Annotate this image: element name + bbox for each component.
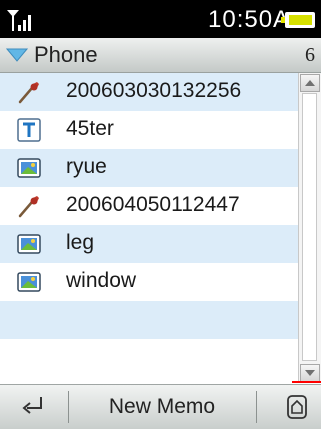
clock-time: 10:50A <box>208 6 291 33</box>
list-item-label: 45ter <box>66 117 114 140</box>
home-softkey[interactable] <box>256 385 321 429</box>
scroll-position-marker <box>292 381 321 383</box>
expand-triangle-icon <box>6 48 28 62</box>
folder-title: Phone <box>34 42 98 67</box>
list-item[interactable]: 200604050112447 <box>0 187 298 225</box>
scroll-down-arrow-icon <box>305 370 315 376</box>
folder-header[interactable]: Phone 6 <box>0 38 321 73</box>
list-item-label: 200604050112447 <box>66 193 240 216</box>
signal-strength-icon <box>7 10 31 31</box>
list-item[interactable]: window <box>0 263 298 301</box>
list-item[interactable]: ryue <box>0 149 298 187</box>
scroll-up-button[interactable] <box>300 74 320 92</box>
list-item-label: leg <box>66 231 95 254</box>
battery-icon <box>281 12 315 28</box>
back-softkey[interactable] <box>0 385 68 429</box>
back-arrow-icon <box>22 397 42 414</box>
new-memo-button[interactable]: New Memo <box>68 385 256 429</box>
memo-list: 200603030132256 45ter ryue 2006040501124… <box>0 73 298 383</box>
scroll-thumb[interactable] <box>302 93 317 361</box>
list-item-label: ryue <box>66 155 107 178</box>
list-item[interactable]: 200603030132256 <box>0 73 298 111</box>
item-count: 6 <box>305 44 315 66</box>
scroll-up-arrow-icon <box>305 80 315 86</box>
image-memo-icon <box>17 158 41 178</box>
empty-row <box>0 301 298 339</box>
softkey-bar: New Memo <box>0 384 321 429</box>
scroll-down-button[interactable] <box>300 364 320 382</box>
voice-memo-icon <box>18 82 39 104</box>
home-icon <box>287 395 307 419</box>
list-item-label: 200603030132256 <box>66 79 242 102</box>
list-item[interactable]: 45ter <box>0 111 298 149</box>
scrollbar[interactable] <box>298 73 321 383</box>
list-item-label: window <box>66 269 137 292</box>
voice-memo-icon <box>18 196 39 218</box>
list-item[interactable]: leg <box>0 225 298 263</box>
status-bar: 10:50A <box>0 0 321 38</box>
text-memo-icon <box>17 118 41 142</box>
image-memo-icon <box>17 272 41 292</box>
image-memo-icon <box>17 234 41 254</box>
